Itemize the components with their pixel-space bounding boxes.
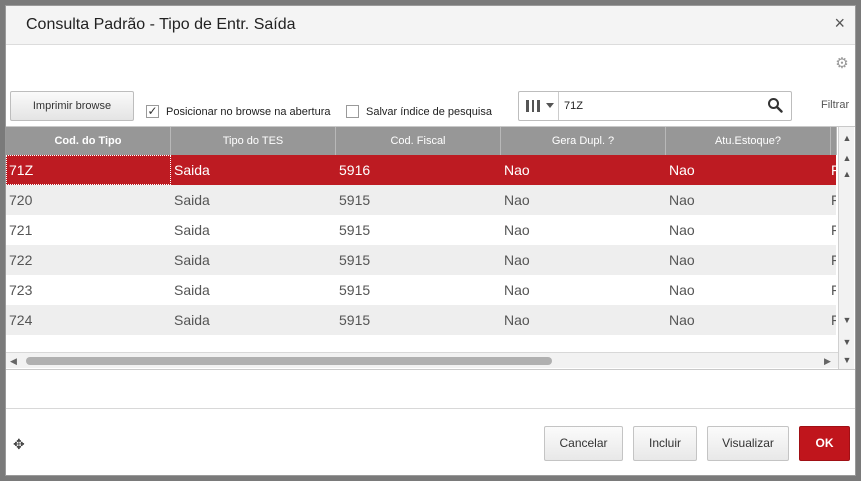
dialog: Consulta Padrão - Tipo de Entr. Saída × …	[5, 5, 856, 476]
cell-tipo-tes: Saida	[174, 192, 210, 208]
table-row[interactable]: 720 Saida 5915 Nao Nao F	[6, 185, 836, 215]
chevron-down-icon	[546, 103, 554, 108]
cell-overflow: F	[831, 215, 836, 245]
cell-cod-tipo: 71Z	[6, 155, 171, 185]
column-header-cod-fiscal[interactable]: Cod. Fiscal	[336, 127, 501, 155]
cell-atu-estoque: Nao	[669, 222, 695, 238]
cell-overflow: F	[831, 155, 836, 185]
filter-button[interactable]: Filtrar	[821, 99, 849, 111]
cell-tipo-tes: Saida	[174, 162, 210, 178]
cell-overflow: F	[831, 275, 836, 305]
horizontal-scrollbar[interactable]: ◀ ▶	[6, 352, 838, 368]
cell-tipo-tes: Saida	[174, 222, 210, 238]
checkmark-icon[interactable]: ✓	[146, 105, 159, 118]
cancel-button[interactable]: Cancelar	[544, 426, 623, 461]
cell-cod-fiscal: 5915	[339, 222, 371, 238]
cell-atu-estoque: Nao	[669, 312, 695, 328]
dialog-title: Consulta Padrão - Tipo de Entr. Saída	[26, 16, 296, 33]
cell-tipo-tes: Saida	[174, 312, 210, 328]
cell-gera-dupl: Nao	[504, 192, 530, 208]
cell-overflow: F	[831, 185, 836, 215]
cell-atu-estoque: Nao	[669, 192, 695, 208]
save-index-box[interactable]	[346, 105, 359, 118]
save-index-checkbox[interactable]: Salvar índice de pesquisa	[346, 105, 492, 118]
cell-cod-fiscal: 5915	[339, 282, 371, 298]
ok-button[interactable]: OK	[799, 426, 850, 461]
cell-cod-fiscal: 5915	[339, 312, 371, 328]
view-button[interactable]: Visualizar	[707, 426, 789, 461]
scroll-down-icon[interactable]: ▼	[842, 315, 852, 325]
scroll-right-icon[interactable]: ▶	[824, 356, 831, 367]
cell-gera-dupl: Nao	[504, 222, 530, 238]
cell-cod-tipo: 721	[9, 222, 33, 238]
scroll-bottom-icon[interactable]: ▼	[842, 355, 852, 365]
cell-gera-dupl: Nao	[504, 252, 530, 268]
scroll-top-icon[interactable]: ▲	[842, 133, 852, 143]
scroll-page-down-icon[interactable]: ▼	[842, 337, 852, 347]
cell-cod-fiscal: 5916	[339, 162, 371, 178]
search-box[interactable]: 71Z	[518, 91, 792, 121]
cell-atu-estoque: Nao	[669, 282, 695, 298]
scroll-up-icon[interactable]: ▲	[842, 169, 852, 179]
table-row[interactable]: 723 Saida 5915 Nao Nao F	[6, 275, 836, 305]
gear-icon[interactable]: ⚙	[834, 56, 850, 72]
cell-gera-dupl: Nao	[504, 312, 530, 328]
cell-cod-tipo: 722	[9, 252, 33, 268]
cell-cod-tipo: 720	[9, 192, 33, 208]
table-row[interactable]: 71Z Saida 5916 Nao Nao F	[6, 155, 836, 185]
table-row[interactable]: 724 Saida 5915 Nao Nao F	[6, 305, 836, 335]
horizontal-scroll-thumb[interactable]	[26, 357, 552, 365]
column-header-gera-dupl[interactable]: Gera Dupl. ?	[501, 127, 666, 155]
data-grid: Cod. do Tipo Tipo do TES Cod. Fiscal Ger…	[6, 126, 855, 370]
column-header-cod-tipo[interactable]: Cod. do Tipo	[6, 127, 171, 155]
cell-gera-dupl: Nao	[504, 282, 530, 298]
cell-cod-tipo: 723	[9, 282, 33, 298]
cell-tipo-tes: Saida	[174, 282, 210, 298]
cell-cod-tipo: 724	[9, 312, 33, 328]
scroll-page-up-icon[interactable]: ▲	[842, 153, 852, 163]
position-checkbox[interactable]: ✓ Posicionar no browse na abertura	[146, 105, 330, 118]
vertical-scrollbar[interactable]: ▲ ▲ ▲ ▼ ▼ ▼	[838, 127, 854, 369]
print-browse-button[interactable]: Imprimir browse	[10, 91, 134, 121]
scroll-left-icon[interactable]: ◀	[10, 356, 17, 367]
close-icon[interactable]: ×	[834, 13, 845, 34]
column-header-overflow	[831, 127, 837, 155]
column-select-icon[interactable]	[519, 92, 559, 120]
cell-atu-estoque: Nao	[669, 252, 695, 268]
table-header: Cod. do Tipo Tipo do TES Cod. Fiscal Ger…	[6, 127, 837, 155]
save-index-checkbox-label: Salvar índice de pesquisa	[366, 105, 492, 118]
column-header-tipo-tes[interactable]: Tipo do TES	[171, 127, 336, 155]
table-row[interactable]: 722 Saida 5915 Nao Nao F	[6, 245, 836, 275]
search-icon[interactable]	[767, 97, 783, 113]
position-checkbox-label: Posicionar no browse na abertura	[166, 105, 331, 118]
include-button[interactable]: Incluir	[633, 426, 697, 461]
cell-gera-dupl: Nao	[504, 162, 530, 178]
cell-overflow: F	[831, 305, 836, 335]
cell-atu-estoque: Nao	[669, 162, 695, 178]
table-row[interactable]: 721 Saida 5915 Nao Nao F	[6, 215, 836, 245]
column-header-atu-estoque[interactable]: Atu.Estoque?	[666, 127, 831, 155]
cell-cod-fiscal: 5915	[339, 252, 371, 268]
cell-overflow: F	[831, 245, 836, 275]
move-icon[interactable]: ✥	[13, 437, 27, 451]
search-input[interactable]: 71Z	[564, 100, 583, 112]
cell-tipo-tes: Saida	[174, 252, 210, 268]
titlebar: Consulta Padrão - Tipo de Entr. Saída ×	[6, 6, 855, 45]
cell-cod-fiscal: 5915	[339, 192, 371, 208]
dialog-footer: ✥ Cancelar Incluir Visualizar OK	[6, 408, 855, 475]
